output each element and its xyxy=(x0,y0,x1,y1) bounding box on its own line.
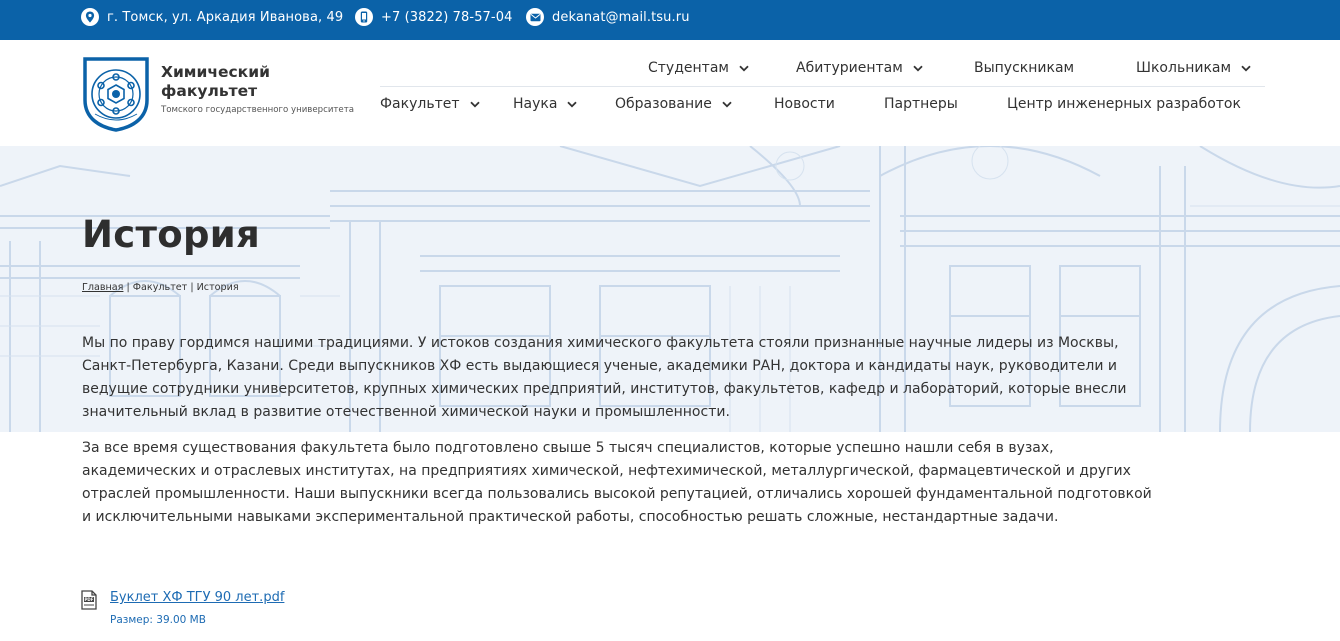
chevron-down-icon xyxy=(913,65,923,71)
nav-item-engineering-center[interactable]: Центр инженерных разработок xyxy=(1007,94,1241,114)
brand-title[interactable]: Химический факультет xyxy=(161,63,321,101)
address-text: г. Томск, ул. Аркадия Иванова, 49 xyxy=(107,9,344,25)
history-paragraph-1: Мы по праву гордимся нашими традициями. … xyxy=(82,335,1127,420)
breadcrumb: Главная | Факультет | История xyxy=(82,282,239,293)
breadcrumb-separator: | xyxy=(123,282,133,293)
nav-item-science[interactable]: Наука xyxy=(513,94,578,114)
nav-label: Центр инженерных разработок xyxy=(1007,96,1241,112)
chevron-down-icon xyxy=(739,65,749,71)
nav-label: Выпускникам xyxy=(974,60,1075,76)
nav-item-applicants[interactable]: Абитуриентам xyxy=(796,58,923,78)
site-header: Химический факультет Томского государств… xyxy=(0,40,1340,146)
chevron-down-icon xyxy=(722,101,732,107)
faculty-logo[interactable] xyxy=(81,56,151,132)
nav-label: Абитуриентам xyxy=(796,60,903,76)
nav-label: Образование xyxy=(615,96,712,112)
nav-item-education[interactable]: Образование xyxy=(615,94,732,114)
pdf-file-icon: PDF xyxy=(81,590,97,610)
nav-item-schoolchildren[interactable]: Школьникам xyxy=(1136,58,1251,78)
nav-label: Школьникам xyxy=(1136,60,1232,76)
nav-label: Новости xyxy=(774,96,835,112)
email-item[interactable]: dekanat@mail.tsu.ru xyxy=(526,0,690,34)
nav-label: Студентам xyxy=(648,60,729,76)
nav-label: Факультет xyxy=(380,96,460,112)
location-icon xyxy=(81,8,99,26)
brand-subtitle: Томского государственного университета xyxy=(161,105,354,115)
breadcrumb-current: История xyxy=(196,282,239,293)
nav-item-graduates[interactable]: Выпускникам xyxy=(974,58,1074,78)
nav-item-students[interactable]: Студентам xyxy=(648,58,749,78)
email-link[interactable]: dekanat@mail.tsu.ru xyxy=(552,10,690,25)
chevron-down-icon xyxy=(469,101,480,107)
phone-item[interactable]: +7 (3822) 78-57-04 xyxy=(355,0,512,34)
nav-item-partners[interactable]: Партнеры xyxy=(884,94,958,114)
pdf-download-link[interactable]: Буклет ХФ ТГУ 90 лет.pdf xyxy=(110,590,284,605)
phone-link[interactable]: +7 (3822) 78-57-04 xyxy=(381,10,512,25)
chevron-down-icon xyxy=(567,101,578,107)
file-size-label: Размер: 39.00 MB xyxy=(110,614,206,626)
nav-label: Наука xyxy=(513,96,558,112)
breadcrumb-section: Факультет xyxy=(132,282,188,293)
history-paragraph-2: За все время существования факультета бы… xyxy=(82,440,1152,525)
nav-item-news[interactable]: Новости xyxy=(774,94,835,114)
mail-icon xyxy=(526,8,544,26)
contact-bar: г. Томск, ул. Аркадия Иванова, 49 +7 (38… xyxy=(0,0,1340,40)
breadcrumb-separator: | xyxy=(187,282,197,293)
pdf-icon-label: PDF xyxy=(85,597,94,602)
nav-label: Партнеры xyxy=(884,96,958,112)
nav-divider xyxy=(380,86,1265,87)
chevron-down-icon xyxy=(1241,65,1251,71)
phone-icon xyxy=(355,8,373,26)
page-title: История xyxy=(82,213,261,256)
breadcrumb-home[interactable]: Главная xyxy=(82,282,123,293)
nav-item-faculty[interactable]: Факультет xyxy=(380,94,480,114)
address-item: г. Томск, ул. Аркадия Иванова, 49 xyxy=(81,0,343,34)
